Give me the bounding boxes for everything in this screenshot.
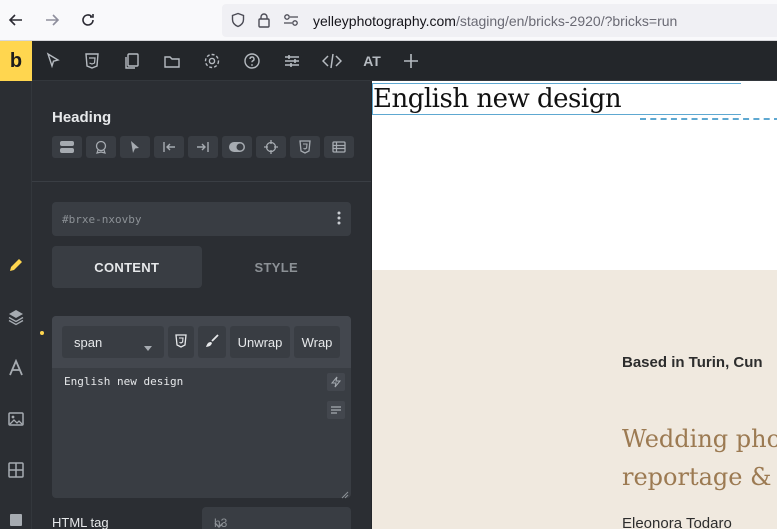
forward-icon[interactable]: [40, 8, 64, 32]
structure-icon[interactable]: [52, 136, 82, 158]
move-left-icon[interactable]: [154, 136, 184, 158]
wrap-tag-value: span: [74, 335, 103, 350]
settings-icon[interactable]: [200, 49, 224, 73]
reload-icon[interactable]: [76, 8, 100, 32]
rich-text-editor: span Unwrap Wrap English new design: [52, 316, 351, 499]
sliders-icon[interactable]: [280, 49, 304, 73]
folder-icon[interactable]: [160, 49, 184, 73]
address-bar[interactable]: yelleyphotography.com/staging/en/bricks-…: [222, 4, 777, 37]
element-id-field[interactable]: #brxe-nxovby: [52, 202, 351, 236]
brush-icon: [204, 333, 220, 352]
panel-title: Heading: [52, 109, 112, 126]
rich-text-content[interactable]: English new design: [64, 375, 183, 388]
rich-text-toolbar: span Unwrap Wrap: [52, 316, 351, 368]
element-panel: Heading #brxe-nxovby CONTENT STYLE span …: [32, 81, 371, 529]
wrap-tag-select[interactable]: span: [62, 326, 164, 358]
selection-outline: [640, 118, 777, 120]
url-path: /staging/en/bricks-2920/?bricks=run: [455, 13, 678, 29]
html-tag-label: HTML tag: [52, 515, 109, 529]
tab-style[interactable]: STYLE: [202, 246, 352, 288]
table-icon[interactable]: [324, 136, 354, 158]
help-icon[interactable]: [240, 49, 264, 73]
hero-section: Based in Turin, Cun Wedding pho reportag…: [372, 270, 777, 529]
builder-toolbar: b AT: [0, 41, 777, 81]
clear-format-button[interactable]: [198, 326, 226, 358]
translation-icon[interactable]: AT: [360, 49, 384, 73]
typography-icon[interactable]: [0, 350, 32, 386]
html-tag-select[interactable]: h3: [202, 507, 351, 529]
grid-icon[interactable]: [0, 452, 32, 488]
element-id: #brxe-nxovby: [62, 213, 142, 226]
element-actions: [52, 136, 354, 158]
location-text: Based in Turin, Cun: [622, 354, 763, 371]
permissions-icon[interactable]: [282, 12, 300, 33]
url-domain: yelleyphotography.com: [313, 13, 456, 29]
badge-icon[interactable]: [86, 136, 116, 158]
left-icon-rail: [0, 81, 32, 529]
lock-icon[interactable]: [256, 12, 272, 33]
unwrap-button[interactable]: Unwrap: [230, 326, 290, 358]
url-text[interactable]: yelleyphotography.com/staging/en/bricks-…: [313, 13, 677, 29]
shield-icon[interactable]: [230, 12, 246, 33]
target-icon[interactable]: [256, 136, 286, 158]
dynamic-data-icon[interactable]: [327, 373, 345, 391]
html-source-button[interactable]: [168, 326, 194, 358]
toggle-icon[interactable]: [222, 136, 252, 158]
canvas-preview: English new design Based in Turin, Cun W…: [372, 81, 777, 529]
panel-divider: [32, 181, 371, 182]
bricks-logo[interactable]: b: [0, 41, 32, 81]
pointer-icon[interactable]: [41, 49, 65, 73]
hero-title: Wedding pho reportage &: [622, 420, 777, 496]
back-icon[interactable]: [4, 8, 28, 32]
code-icon[interactable]: [320, 49, 344, 73]
wrap-button[interactable]: Wrap: [294, 326, 340, 358]
author-name: Eleonora Todaro: [622, 515, 732, 529]
hero-title-line-2: reportage &: [622, 463, 772, 491]
edit-pencil-icon[interactable]: [0, 247, 32, 283]
add-icon[interactable]: [399, 49, 423, 73]
panel-tabs: CONTENT STYLE: [52, 246, 351, 288]
tab-content[interactable]: CONTENT: [52, 246, 202, 288]
move-right-icon[interactable]: [188, 136, 218, 158]
modified-indicator: [40, 331, 44, 335]
hero-title-line-1: Wedding pho: [622, 425, 777, 453]
box-icon[interactable]: [0, 501, 32, 529]
text-align-icon[interactable]: [327, 401, 345, 419]
more-vertical-icon[interactable]: [337, 210, 341, 231]
selected-heading[interactable]: English new design: [372, 83, 742, 115]
css3-icon[interactable]: [80, 49, 104, 73]
image-icon[interactable]: [0, 401, 32, 437]
pages-icon[interactable]: [120, 49, 144, 73]
chevron-down-icon: [214, 517, 341, 529]
resize-handle-icon[interactable]: [339, 486, 349, 499]
html5-icon[interactable]: [290, 136, 320, 158]
browser-toolbar: yelleyphotography.com/staging/en/bricks-…: [0, 0, 777, 41]
chevron-down-icon: [144, 339, 152, 354]
layers-icon[interactable]: [0, 299, 32, 335]
html5-icon: [175, 333, 187, 351]
cursor-icon[interactable]: [120, 136, 150, 158]
